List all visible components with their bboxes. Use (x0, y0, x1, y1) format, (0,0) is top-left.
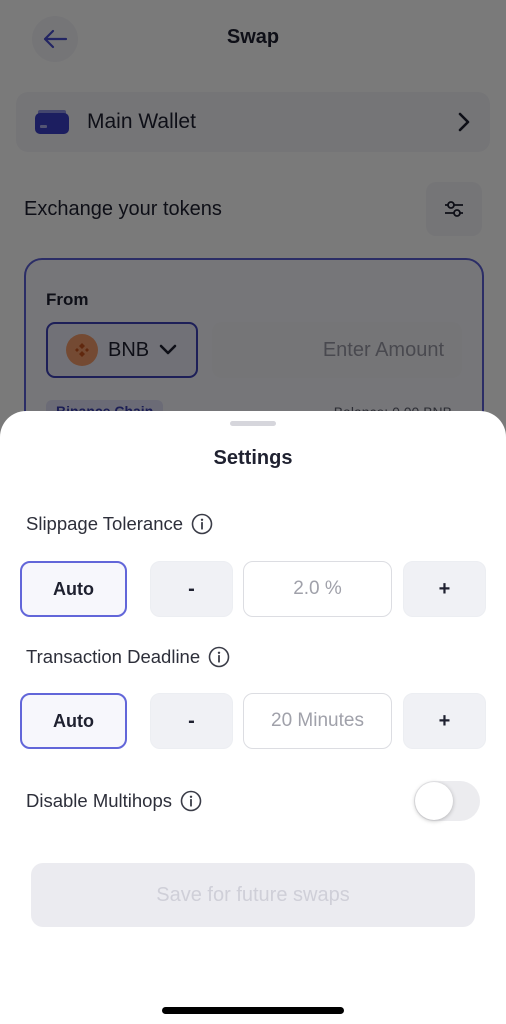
sheet-title: Settings (213, 447, 293, 469)
slippage-input[interactable] (243, 561, 392, 617)
slippage-label: Slippage Tolerance (26, 513, 213, 535)
slippage-decrement-button[interactable]: - (150, 561, 233, 617)
slippage-controls: Auto - + (20, 561, 486, 617)
toggle-knob (415, 782, 453, 820)
slippage-auto-button[interactable]: Auto (20, 561, 127, 617)
deadline-controls: Auto - + (20, 693, 486, 749)
deadline-decrement-button[interactable]: - (150, 693, 233, 749)
deadline-increment-button[interactable]: + (403, 693, 486, 749)
deadline-label: Transaction Deadline (26, 646, 230, 668)
deadline-input[interactable] (243, 693, 392, 749)
disable-multihops-toggle[interactable] (414, 781, 480, 821)
multihops-label: Disable Multihops (26, 790, 202, 812)
info-icon[interactable] (191, 513, 213, 535)
home-indicator (162, 1007, 344, 1014)
slippage-label-text: Slippage Tolerance (26, 513, 184, 534)
info-icon[interactable] (208, 646, 230, 668)
deadline-auto-button[interactable]: Auto (20, 693, 127, 749)
info-icon[interactable] (180, 790, 202, 812)
save-button[interactable]: Save for future swaps (31, 863, 475, 927)
settings-sheet: Settings Slippage Tolerance Auto - + Tra… (0, 411, 506, 1024)
sheet-grabber[interactable] (230, 421, 276, 426)
multihops-label-text: Disable Multihops (26, 790, 173, 811)
deadline-label-text: Transaction Deadline (26, 646, 201, 667)
slippage-increment-button[interactable]: + (403, 561, 486, 617)
